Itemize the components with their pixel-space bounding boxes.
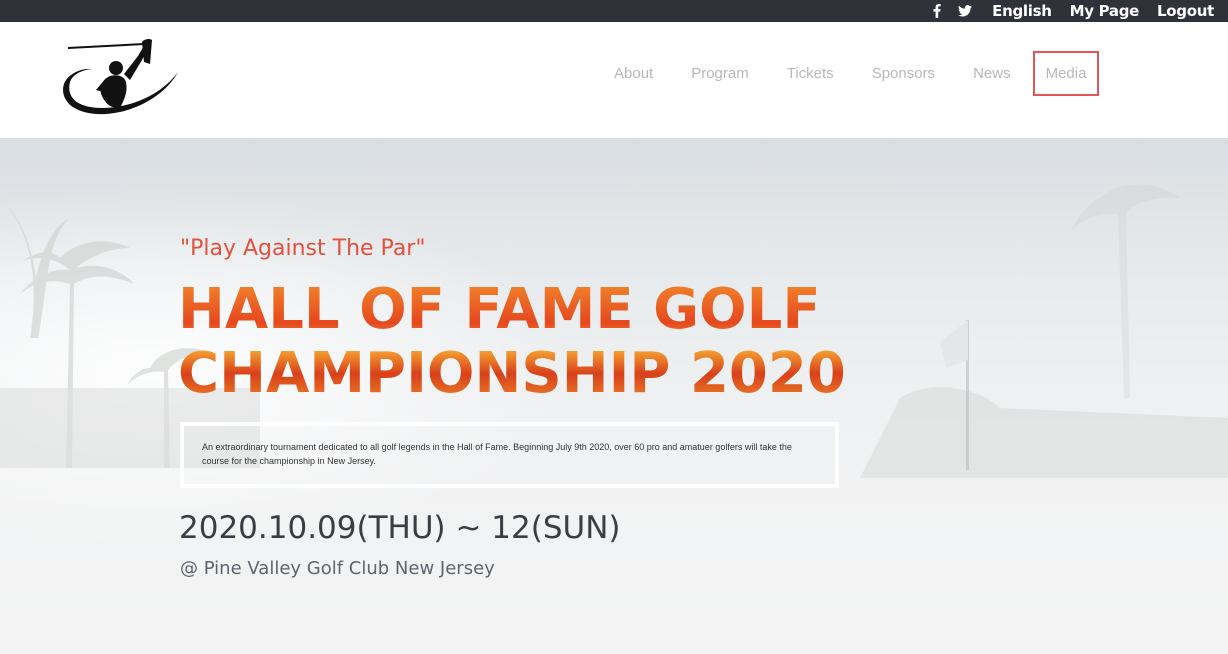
hero-section: "Play Against The Par" HALL OF FAME GOLF… — [0, 138, 1228, 654]
nav-media[interactable]: Media — [1032, 50, 1100, 96]
hero-tagline: "Play Against The Par" — [180, 236, 426, 261]
language-link[interactable]: English — [992, 2, 1052, 20]
site-header: About Program Tickets Sponsors News Medi… — [0, 22, 1228, 138]
hero-title-line-1: HALL OF FAME GOLF — [178, 277, 821, 342]
my-page-link[interactable]: My Page — [1070, 2, 1140, 20]
logout-link[interactable]: Logout — [1157, 2, 1214, 20]
top-utility-bar: English My Page Logout — [0, 0, 1228, 22]
nav-program[interactable]: Program — [691, 65, 749, 82]
nav-tickets[interactable]: Tickets — [787, 65, 834, 82]
hero-title: HALL OF FAME GOLF CHAMPIONSHIP 2020 — [178, 278, 878, 406]
hero-description-box: An extraordinary tournament dedicated to… — [180, 422, 839, 488]
hero-title-line-2: CHAMPIONSHIP 2020 — [178, 341, 846, 406]
nav-sponsors[interactable]: Sponsors — [872, 65, 935, 82]
golfer-logo[interactable] — [58, 38, 182, 118]
main-nav: About Program Tickets Sponsors News Medi… — [600, 50, 1115, 96]
twitter-icon[interactable] — [958, 4, 973, 18]
event-venue: @ Pine Valley Golf Club New Jersey — [180, 558, 495, 579]
hero-description: An extraordinary tournament dedicated to… — [202, 442, 792, 466]
event-date: 2020.10.09(THU) ~ 12(SUN) — [179, 510, 621, 546]
nav-about[interactable]: About — [614, 65, 653, 82]
nav-news[interactable]: News — [973, 65, 1011, 82]
facebook-icon[interactable] — [930, 4, 944, 18]
social-links — [930, 4, 973, 18]
